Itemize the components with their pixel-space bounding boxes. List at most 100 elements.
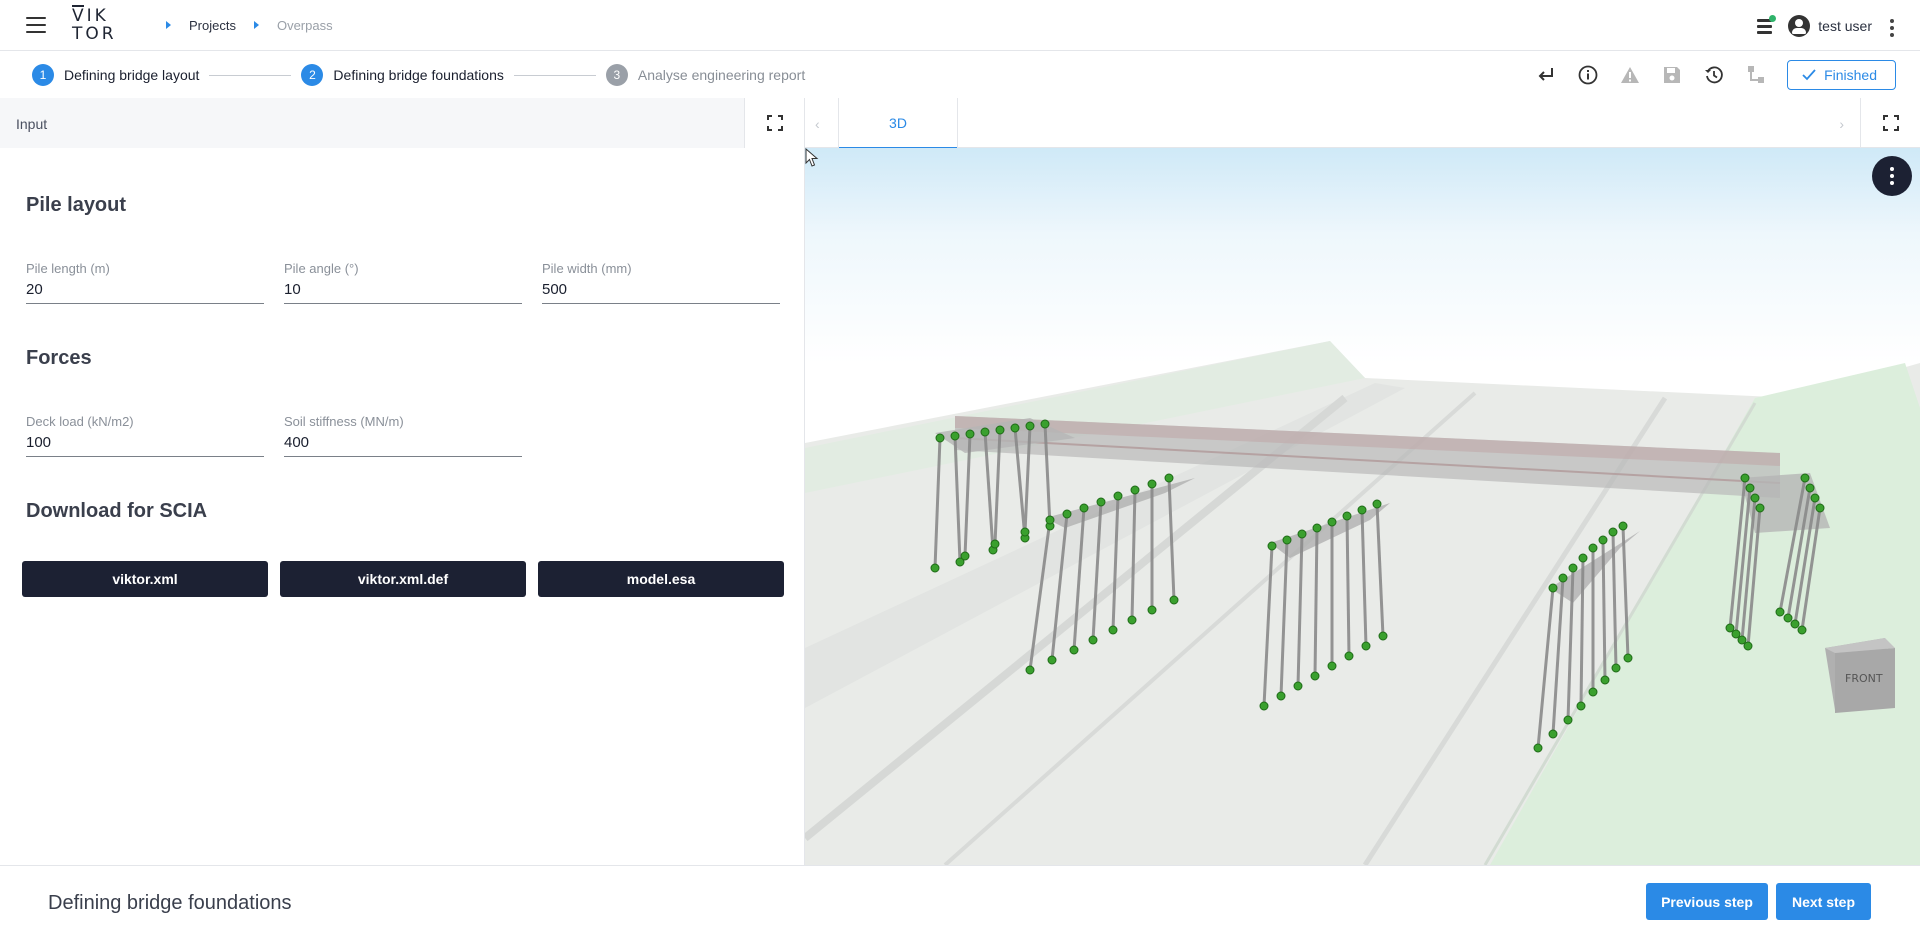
pile-node xyxy=(1576,701,1586,711)
breadcrumb-projects[interactable]: Projects xyxy=(189,18,236,33)
pile-node xyxy=(1611,663,1621,673)
breadcrumb-arrow-icon xyxy=(253,21,259,29)
hamburger-menu-icon[interactable] xyxy=(26,17,46,33)
soil-stiffness-input[interactable]: 400 xyxy=(284,432,522,457)
step-2-label: Defining bridge foundations xyxy=(333,67,504,83)
step-1[interactable]: 1 Defining bridge layout xyxy=(32,64,199,86)
download-viktor-xml-def-button[interactable]: viktor.xml.def xyxy=(280,561,526,597)
mouse-cursor-icon xyxy=(805,148,819,167)
section-heading-forces: Forces xyxy=(26,347,92,369)
previous-step-button[interactable]: Previous step xyxy=(1646,883,1768,920)
input-panel-title: Input xyxy=(16,116,48,132)
pile-node xyxy=(1533,743,1543,753)
job-queue-icon[interactable] xyxy=(1756,14,1777,35)
pile-node xyxy=(1725,623,1735,633)
section-heading-download: Download for SCIA xyxy=(26,500,208,522)
step-3[interactable]: 3 Analyse engineering report xyxy=(605,64,805,86)
pile-node xyxy=(1113,491,1123,501)
pile-node xyxy=(1361,641,1371,651)
tab-scroll-right-icon[interactable]: › xyxy=(1839,116,1844,132)
pile-node xyxy=(1147,479,1157,489)
pile-node xyxy=(1310,671,1320,681)
pile-node xyxy=(1755,503,1765,513)
pile-node xyxy=(1623,653,1633,663)
account-icon[interactable] xyxy=(1788,14,1811,37)
pile-node xyxy=(1164,473,1174,483)
pile-node xyxy=(1108,625,1118,635)
pile-node xyxy=(1079,503,1089,513)
step-3-number: 3 xyxy=(605,64,628,86)
pile-node xyxy=(1805,483,1815,493)
viktor-logo[interactable]: VIK TOR xyxy=(72,4,117,44)
pile-node xyxy=(930,563,940,573)
pile-node xyxy=(1327,661,1337,671)
pile-node xyxy=(1357,505,1367,515)
pile-width-field[interactable]: Pile width (mm) 500 xyxy=(542,261,780,304)
pile-node xyxy=(1344,651,1354,661)
fullscreen-icon xyxy=(766,115,783,131)
tab-3d-label: 3D xyxy=(889,115,907,131)
pile-node xyxy=(1327,517,1337,527)
pile-node xyxy=(1588,687,1598,697)
footer-bar: Defining bridge foundations Previous ste… xyxy=(0,865,1920,937)
pile-node xyxy=(1797,625,1807,635)
warning-icon[interactable] xyxy=(1619,64,1641,86)
pile-length-input[interactable]: 20 xyxy=(26,279,264,304)
download-model-esa-button[interactable]: model.esa xyxy=(538,561,784,597)
info-icon[interactable] xyxy=(1577,64,1599,86)
pile-node xyxy=(1047,655,1057,665)
pile-node xyxy=(1297,529,1307,539)
download-viktor-xml-button[interactable]: viktor.xml xyxy=(22,561,268,597)
input-panel-header: Input xyxy=(0,98,744,148)
expand-input-panel-button[interactable] xyxy=(744,98,804,148)
pile-line xyxy=(1601,539,1607,681)
pile-node xyxy=(1775,607,1785,617)
user-name[interactable]: test user xyxy=(1818,18,1872,34)
finished-button[interactable]: Finished xyxy=(1787,60,1896,90)
pile-node xyxy=(1293,681,1303,691)
deck-load-input[interactable]: 100 xyxy=(26,432,264,457)
pile-length-label: Pile length (m) xyxy=(26,261,110,276)
pile-angle-field[interactable]: Pile angle (°) 10 xyxy=(284,261,522,304)
pile-node xyxy=(1010,423,1020,433)
view-tab-bar: ‹ 3D › xyxy=(805,98,1920,149)
pile-node xyxy=(950,431,960,441)
logo-line-2: TOR xyxy=(72,23,117,44)
save-icon[interactable] xyxy=(1661,64,1683,86)
view-cube[interactable]: FRONT xyxy=(1825,638,1895,713)
pile-node xyxy=(1600,675,1610,685)
pile-node xyxy=(1815,503,1825,513)
pile-width-input[interactable]: 500 xyxy=(542,279,780,304)
view-options-button[interactable] xyxy=(1872,156,1912,196)
footer-step-title: Defining bridge foundations xyxy=(48,892,292,914)
workflow-icon[interactable] xyxy=(1745,64,1767,86)
pile-node xyxy=(1750,493,1760,503)
pile-node xyxy=(980,427,990,437)
pile-node xyxy=(1025,421,1035,431)
next-step-button[interactable]: Next step xyxy=(1776,883,1871,920)
deck-load-label: Deck load (kN/m2) xyxy=(26,414,134,429)
tab-scroll-left-icon[interactable]: ‹ xyxy=(815,116,820,132)
pile-node xyxy=(1558,573,1568,583)
pile-angle-input[interactable]: 10 xyxy=(284,279,522,304)
pile-node xyxy=(1810,493,1820,503)
expand-view-button[interactable] xyxy=(1860,98,1920,148)
pile-node xyxy=(1608,527,1618,537)
more-options-icon[interactable] xyxy=(1890,19,1894,37)
step-1-label: Defining bridge layout xyxy=(64,67,200,83)
pile-length-field[interactable]: Pile length (m) 20 xyxy=(26,261,264,304)
fullscreen-icon xyxy=(1882,115,1899,131)
step-bar: 1 Defining bridge layout 2 Defining brid… xyxy=(0,52,1920,98)
soil-stiffness-field[interactable]: Soil stiffness (MN/m) 400 xyxy=(284,414,522,457)
deck-load-field[interactable]: Deck load (kN/m2) 100 xyxy=(26,414,264,457)
enter-icon[interactable] xyxy=(1535,64,1557,86)
breadcrumb: Projects Overpass xyxy=(160,18,333,33)
breadcrumb-arrow-icon xyxy=(166,21,171,29)
logo-line-1: VIK xyxy=(72,5,109,26)
tab-3d[interactable]: 3D xyxy=(838,98,958,149)
3d-viewport[interactable]: FRONT xyxy=(805,148,1920,865)
pile-node xyxy=(1800,473,1810,483)
step-connector xyxy=(209,74,292,76)
step-2[interactable]: 2 Defining bridge foundations xyxy=(301,64,504,86)
history-icon[interactable] xyxy=(1703,64,1725,86)
